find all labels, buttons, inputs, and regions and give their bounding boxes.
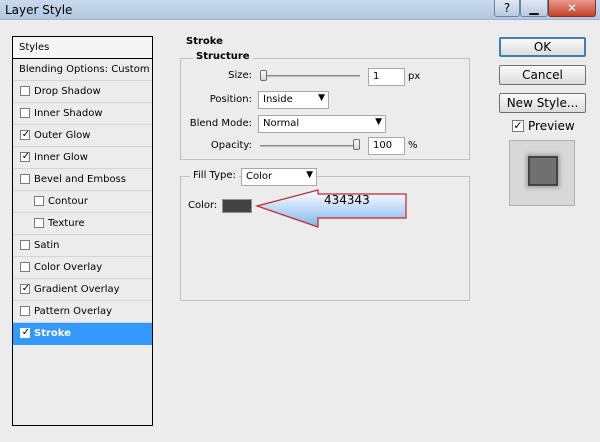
style-item-label: Bevel and Emboss	[34, 174, 126, 185]
window-title: Layer Style	[5, 3, 73, 17]
opacity-slider-thumb[interactable]	[353, 139, 360, 150]
style-item-color-overlay[interactable]: Color Overlay	[13, 257, 152, 279]
color-swatch[interactable]	[222, 199, 252, 213]
fill-type-label: Fill Type:	[190, 170, 239, 181]
style-item-inner-glow[interactable]: ✓ Inner Glow	[13, 147, 152, 169]
preview-swatch	[528, 156, 558, 186]
style-item-checkbox[interactable]	[20, 262, 30, 272]
annotation-text: 434343	[324, 193, 370, 207]
preview-label: Preview	[528, 119, 575, 133]
position-select[interactable]: Inside ▼	[258, 91, 329, 109]
style-item-label: Satin	[34, 240, 60, 251]
chevron-down-icon: ▼	[306, 170, 313, 180]
opacity-unit: %	[408, 140, 418, 151]
style-item-checkbox[interactable]	[20, 108, 30, 118]
style-item-label: Texture	[48, 218, 85, 229]
check-icon: ✓	[21, 327, 31, 338]
style-item-inner-shadow[interactable]: Inner Shadow	[13, 103, 152, 125]
preview-thumbnail	[509, 140, 575, 206]
size-slider-track[interactable]	[260, 75, 360, 77]
size-input[interactable]: 1	[368, 68, 405, 86]
chevron-down-icon: ▼	[318, 93, 325, 103]
style-item-texture[interactable]: Texture	[13, 213, 152, 235]
styles-list-header[interactable]: Styles	[13, 37, 152, 59]
style-item-checkbox[interactable]	[20, 174, 30, 184]
opacity-slider-track[interactable]	[260, 145, 360, 147]
blend-mode-label: Blend Mode:	[189, 118, 252, 129]
style-item-satin[interactable]: Satin	[13, 235, 152, 257]
style-item-label: Gradient Overlay	[34, 284, 120, 295]
style-item-pattern-overlay[interactable]: Pattern Overlay	[13, 301, 152, 323]
opacity-input[interactable]: 100	[368, 137, 405, 155]
close-button[interactable]: ✕	[548, 0, 596, 17]
style-item-checkbox[interactable]	[34, 196, 44, 206]
title-bar: Layer Style ? ▁ ✕	[0, 0, 600, 20]
new-style-button[interactable]: New Style...	[499, 93, 586, 113]
ok-button[interactable]: OK	[499, 37, 586, 57]
check-icon: ✓	[21, 151, 31, 162]
style-item-checkbox[interactable]: ✓	[20, 327, 31, 338]
style-item-bevel-and-emboss[interactable]: Bevel and Emboss	[13, 169, 152, 191]
size-slider-thumb[interactable]	[260, 70, 267, 81]
opacity-label: Opacity:	[210, 140, 252, 151]
style-item-checkbox[interactable]	[20, 306, 30, 316]
help-icon: ?	[503, 1, 511, 15]
size-unit: px	[408, 71, 421, 82]
style-item-gradient-overlay[interactable]: ✓ Gradient Overlay	[13, 279, 152, 301]
style-item-checkbox[interactable]: ✓	[20, 283, 31, 294]
fill-type-select[interactable]: Color ▼	[241, 168, 317, 186]
structure-group-label: Structure	[193, 51, 253, 62]
style-item-label: Inner Glow	[34, 152, 88, 163]
style-item-label: Contour	[48, 196, 88, 207]
style-item-checkbox[interactable]: ✓	[20, 151, 31, 162]
blend-mode-select-value: Normal	[263, 118, 300, 129]
style-item-label: Drop Shadow	[34, 86, 101, 97]
styles-list: Styles Blending Options: Custom Drop Shad…	[12, 36, 153, 426]
fill-type-select-value: Color	[246, 171, 273, 182]
style-item-contour[interactable]: Contour	[13, 191, 152, 213]
color-label: Color:	[188, 200, 218, 211]
check-icon: ✓	[513, 119, 523, 132]
style-item-label: Blending Options: Custom	[19, 64, 150, 75]
blend-mode-select[interactable]: Normal ▼	[258, 115, 386, 133]
style-item-checkbox[interactable]	[20, 240, 30, 250]
styles-header-label: Styles	[19, 42, 50, 53]
size-label: Size:	[228, 70, 252, 81]
style-item-outer-glow[interactable]: ✓ Outer Glow	[13, 125, 152, 147]
style-item-label: Color Overlay	[34, 262, 103, 273]
minimize-button[interactable]: ▁	[520, 0, 548, 17]
chevron-down-icon: ▼	[375, 117, 382, 127]
style-item-checkbox[interactable]: ✓	[20, 129, 31, 140]
style-item-label: Inner Shadow	[34, 108, 103, 119]
style-item-label: Pattern Overlay	[34, 306, 113, 317]
style-item-label: Stroke	[34, 328, 71, 339]
close-icon: ✕	[566, 1, 578, 15]
check-icon: ✓	[21, 129, 31, 140]
preview-checkbox[interactable]: ✓	[512, 119, 524, 132]
style-item-checkbox[interactable]	[20, 86, 30, 96]
style-item-label: Outer Glow	[34, 130, 91, 141]
style-item-blending-options-custom[interactable]: Blending Options: Custom	[13, 59, 152, 81]
style-item-drop-shadow[interactable]: Drop Shadow	[13, 81, 152, 103]
cancel-button[interactable]: Cancel	[499, 65, 586, 85]
position-select-value: Inside	[263, 94, 293, 105]
position-label: Position:	[209, 94, 252, 105]
minimize-icon: ▁	[529, 1, 539, 15]
check-icon: ✓	[21, 283, 31, 294]
style-item-stroke[interactable]: ✓ Stroke	[13, 323, 152, 345]
stroke-panel-title: Stroke	[186, 36, 223, 47]
style-item-checkbox[interactable]	[34, 218, 44, 228]
help-button[interactable]: ?	[494, 0, 520, 17]
